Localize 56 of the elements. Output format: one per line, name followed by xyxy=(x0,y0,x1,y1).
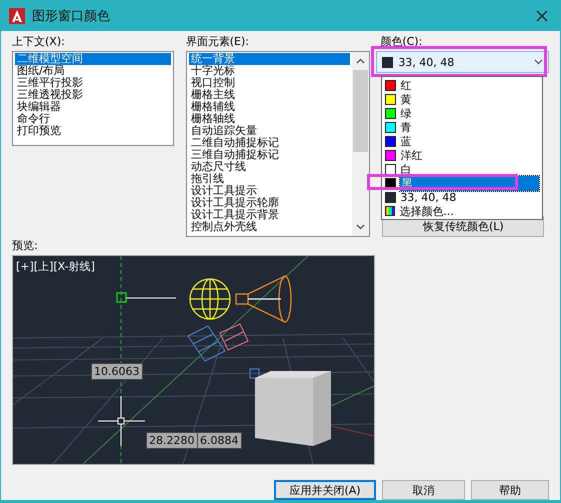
combo-label: 颜色(C): xyxy=(380,35,424,49)
list-item[interactable]: 三维自动捕捉标记 xyxy=(188,149,350,161)
color-wheel-icon xyxy=(385,206,396,216)
dropdown-option[interactable]: 绿 xyxy=(382,106,542,120)
list-item[interactable]: 设计工具提示 xyxy=(188,185,350,197)
list-item[interactable]: 十字光标 xyxy=(188,65,350,77)
dimension-readout: 28.2280 xyxy=(146,432,198,449)
dimension-readout: 6.0884 xyxy=(197,432,242,449)
combo-value: 33, 40, 48 xyxy=(398,56,454,68)
color-swatch xyxy=(382,56,394,68)
color-combo[interactable]: 33, 40, 48 xyxy=(376,51,549,73)
list-item[interactable]: 二维自动捕捉标记 xyxy=(188,137,350,149)
dropdown-option[interactable]: 洋红 xyxy=(382,148,542,162)
list-item[interactable]: 拖引线 xyxy=(188,173,350,185)
list-item[interactable]: 统一背景 xyxy=(188,53,350,65)
window-title: 图形窗口颜色 xyxy=(32,8,110,24)
list-item[interactable]: 控制点外壳线 xyxy=(188,221,350,233)
dropdown-option[interactable]: 蓝 xyxy=(382,134,542,148)
caret-icon[interactable] xyxy=(534,59,543,65)
dialog-button[interactable]: 应用并关闭(A) xyxy=(274,480,376,500)
scroll-down-icon[interactable] xyxy=(356,224,366,230)
scrollbar[interactable] xyxy=(352,52,370,236)
list-box[interactable]: 二维模型空间 图纸/布局 三维平行投影 三维透视投影 块编辑器 命令行 打印预览 xyxy=(12,51,174,146)
list-item[interactable]: 视口控制 xyxy=(188,77,350,89)
scroll-up-icon[interactable] xyxy=(356,58,366,64)
list-item[interactable]: 栅格辅线 xyxy=(188,101,350,113)
dropdown-option[interactable]: 黄 xyxy=(382,92,542,106)
list-item[interactable]: 设计工具提示背景 xyxy=(188,209,350,221)
viewport-label: [+][上][X-射线] xyxy=(16,259,95,274)
dropdown-option[interactable]: 选择颜色... xyxy=(382,204,542,218)
dialog-button[interactable]: 帮助 xyxy=(471,480,549,500)
list-item[interactable]: 自动追踪矢量 xyxy=(188,125,350,137)
dropdown-option[interactable]: 红 xyxy=(382,78,542,92)
list-item[interactable]: 三维透视投影 xyxy=(15,89,171,101)
list-item[interactable]: 二维模型空间 xyxy=(15,53,171,65)
list-item[interactable]: 栅格主线 xyxy=(188,89,350,101)
list-item[interactable]: 三维平行投影 xyxy=(15,77,171,89)
dropdown-option[interactable]: 33, 40, 48 xyxy=(382,190,542,204)
list-label: 界面元素(E): xyxy=(186,35,250,49)
dialog-button[interactable]: 取消 xyxy=(382,480,465,500)
list-label: 上下文(X): xyxy=(12,35,66,49)
list-item[interactable]: 命令行 xyxy=(15,113,171,125)
list-item[interactable]: 图纸/布局 xyxy=(15,65,171,77)
list-item[interactable]: 块编辑器 xyxy=(15,101,171,113)
preview-label: 预览: xyxy=(12,239,39,253)
list-item[interactable]: 动态尺寸线 xyxy=(188,161,350,173)
dropdown-option[interactable]: 白 xyxy=(382,162,542,176)
close-icon[interactable] xyxy=(536,10,548,22)
scroll-thumb[interactable] xyxy=(353,70,368,152)
list-item[interactable]: 栅格轴线 xyxy=(188,113,350,125)
list-item[interactable]: 打印预览 xyxy=(15,125,171,137)
dropdown-option[interactable]: 青 xyxy=(382,120,542,134)
list-item[interactable]: 设计工具提示轮廓 xyxy=(188,197,350,209)
list-box[interactable]: 统一背景 十字光标 视口控制 栅格主线 栅格辅线 栅格轴线 自动追踪矢量 二维自动捕捉标记 三维自动捕捉标记 动态尺寸线 拖引线 设计工具提示 设计工具提示轮廓 设计工具提示背景 控制点外壳线 xyxy=(186,51,370,237)
dimension-readout: 10.6063 xyxy=(91,363,142,380)
app-logo-icon xyxy=(9,8,25,24)
